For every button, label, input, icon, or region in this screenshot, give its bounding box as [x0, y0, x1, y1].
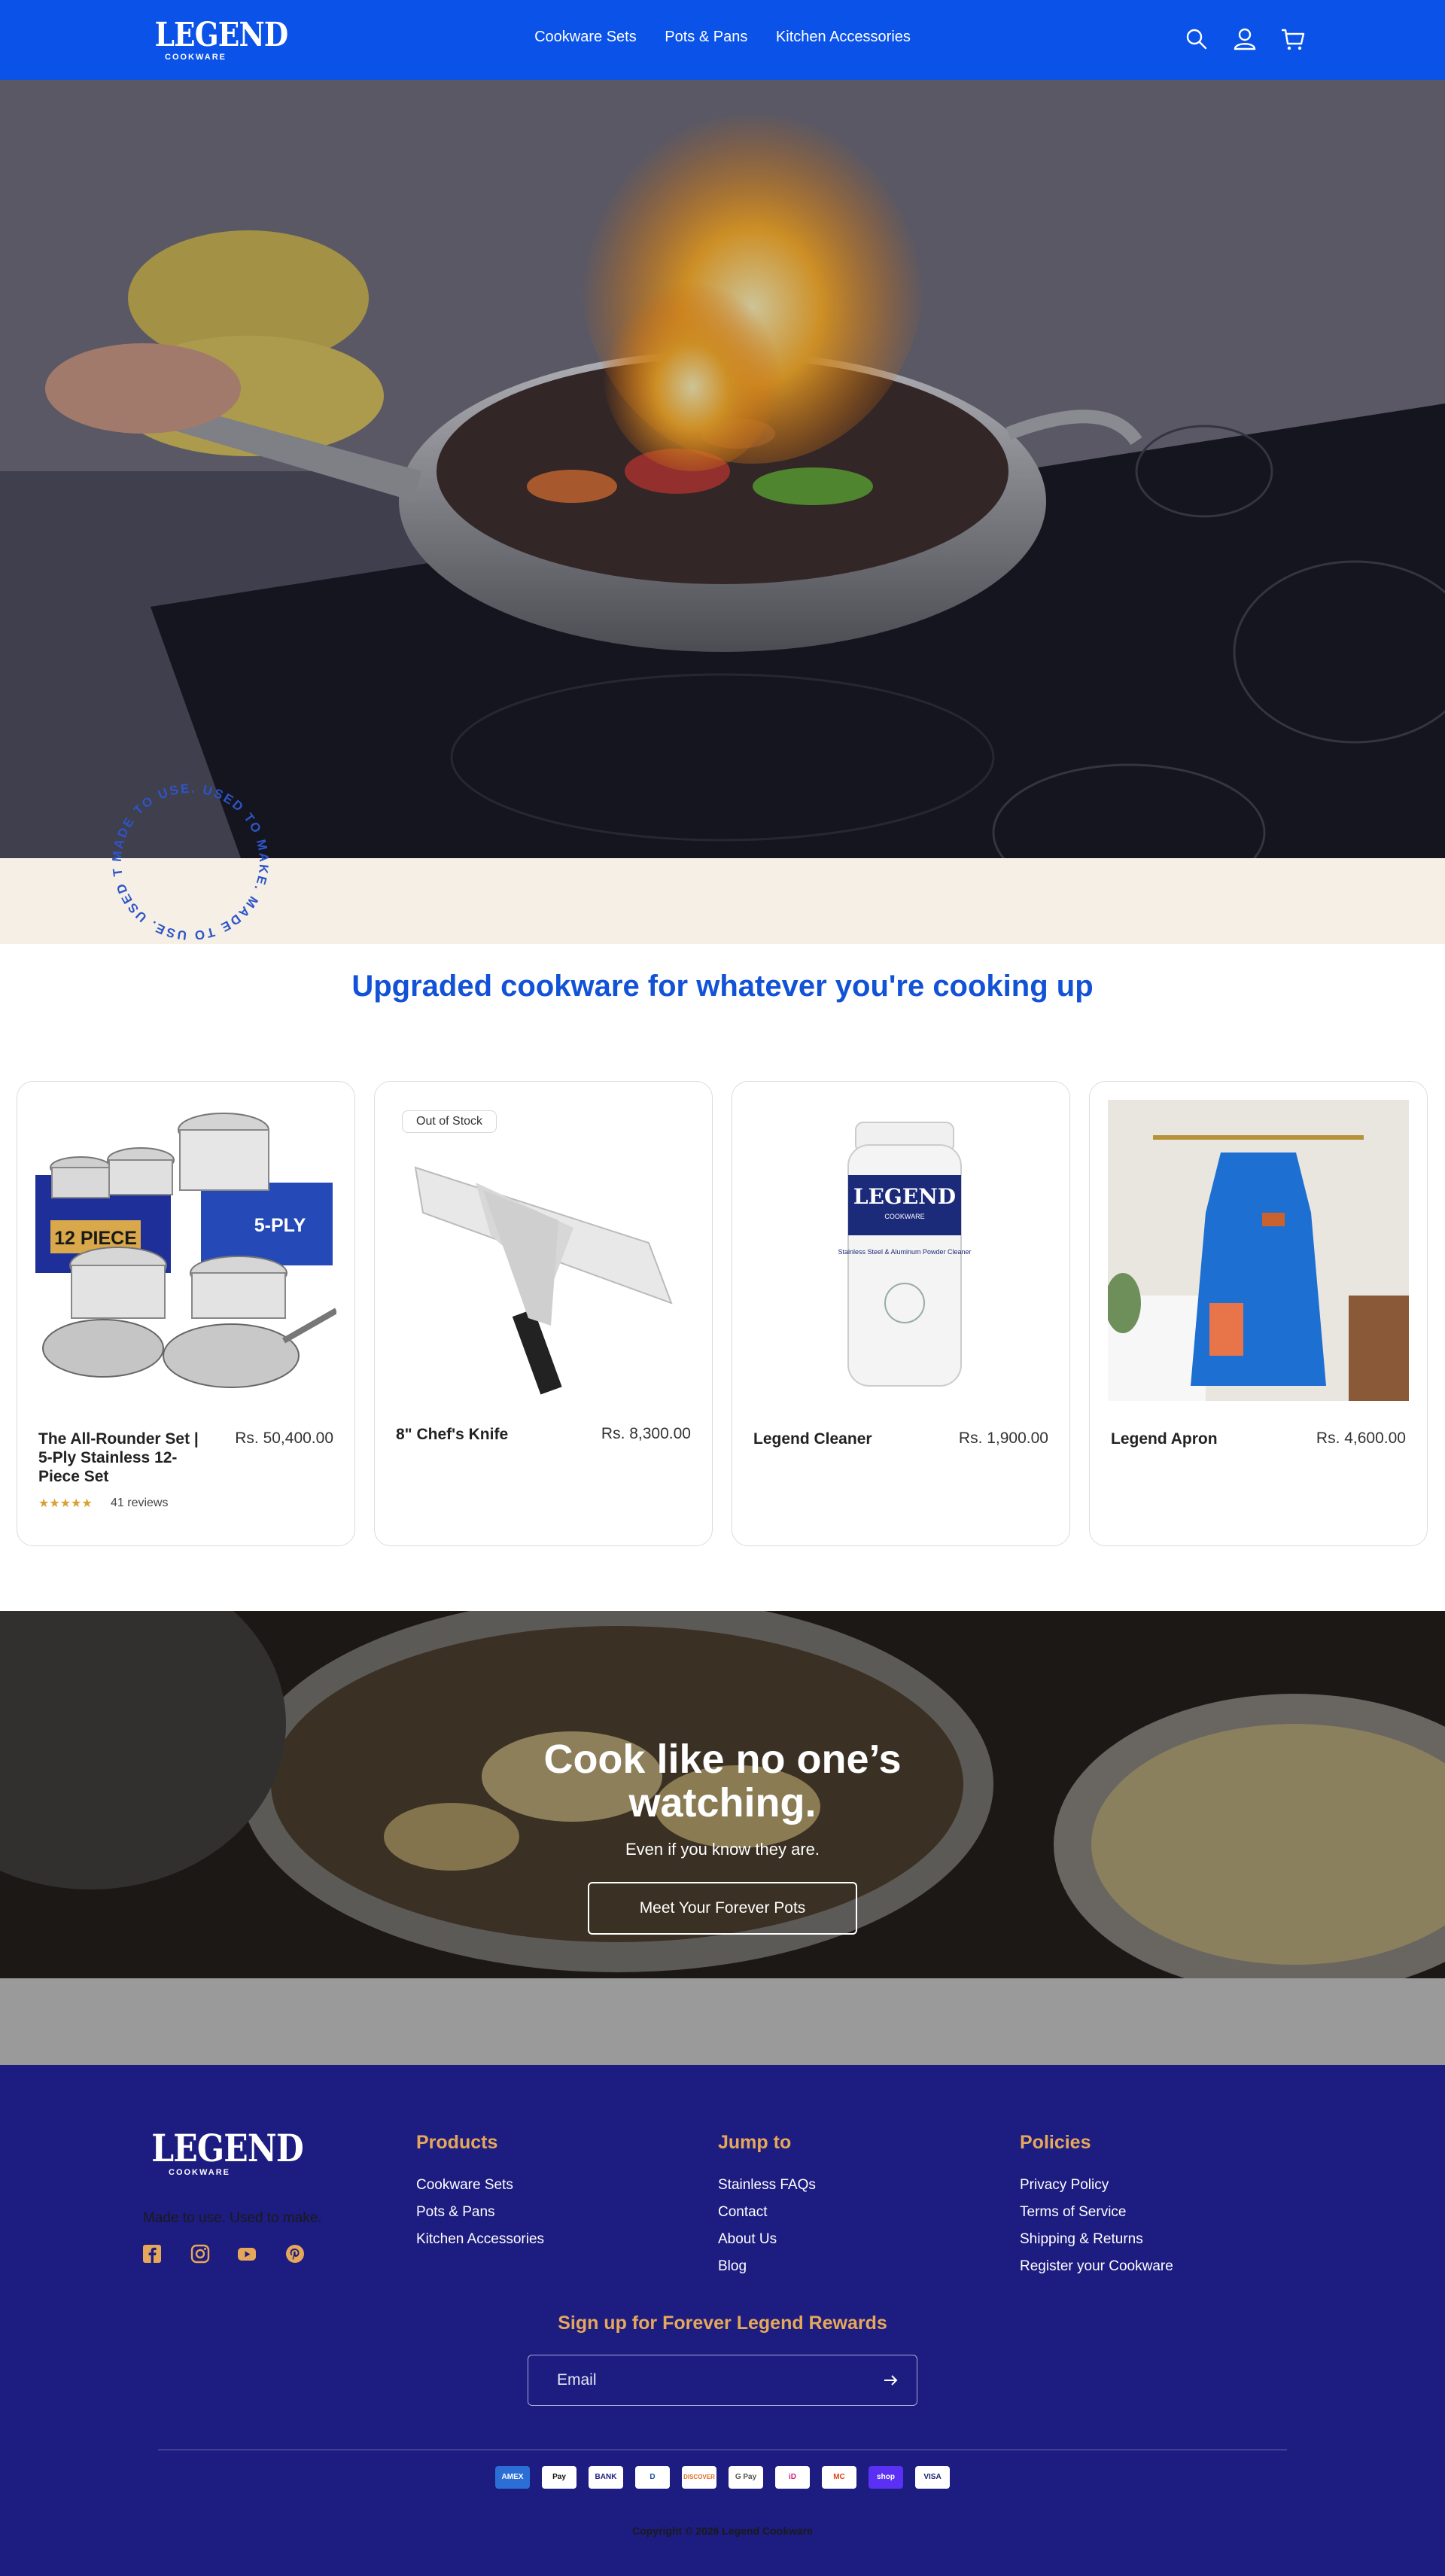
mastercard-icon: MC [822, 2466, 856, 2489]
product-card-all-rounder-set[interactable]: 12 PIECE 5-PLY The All-Rounder Set | 5-P… [17, 1081, 355, 1546]
rating-stars: ★★★★★ [38, 1497, 93, 1510]
rewards-signup-title: Sign up for Forever Legend Rewards [558, 2313, 887, 2334]
gray-band [0, 1978, 1445, 2065]
svg-text:MADE TO USE. USED TO MAKE. MAD: MADE TO USE. USED TO MAKE. MADE TO USE. … [104, 775, 271, 942]
instagram-icon[interactable] [190, 2243, 211, 2264]
footer-link-privacy-policy[interactable]: Privacy Policy [1020, 2177, 1109, 2194]
footer-link-kitchen-accessories[interactable]: Kitchen Accessories [416, 2231, 544, 2248]
review-count[interactable]: 41 reviews [111, 1497, 168, 1510]
product-card-legend-apron[interactable]: Legend Apron Rs. 4,600.00 [1089, 1081, 1428, 1546]
nav-item-cookware-sets[interactable]: Cookware Sets [534, 29, 637, 45]
bank-icon: BANK [589, 2466, 623, 2489]
main-nav: Cookware Sets Pots & Pans Kitchen Access… [0, 29, 1445, 46]
apple-pay-icon: Pay [542, 2466, 576, 2489]
footer-link-pots-pans[interactable]: Pots & Pans [416, 2204, 495, 2221]
product-name[interactable]: Legend Apron [1111, 1430, 1218, 1448]
box-label-12-piece: 12 PIECE [54, 1228, 137, 1249]
copyright: Copyright © 2026 Legend Cookware [632, 2525, 813, 2537]
hero-image [0, 80, 1445, 858]
footer-link-stainless-faqs[interactable]: Stainless FAQs [718, 2177, 816, 2194]
visa-icon: VISA [915, 2466, 950, 2489]
email-field[interactable]: Email [528, 2355, 917, 2406]
account-icon[interactable] [1231, 26, 1258, 53]
out-of-stock-badge: Out of Stock [402, 1110, 497, 1133]
cart-icon[interactable] [1279, 26, 1307, 53]
footer-link-about-us[interactable]: About Us [718, 2231, 777, 2248]
discover-icon: DISCOVER [682, 2466, 716, 2489]
banner-subtitle: Even if you know they are. [625, 1840, 820, 1859]
product-price: Rs. 1,900.00 [958, 1430, 1048, 1447]
product-image-apron[interactable] [1108, 1100, 1409, 1401]
banner-title-line-2: watching. [628, 1780, 817, 1825]
product-card-legend-cleaner[interactable]: LEGEND COOKWARE Stainless Steel & Alumin… [732, 1081, 1070, 1546]
facebook-icon[interactable] [141, 2243, 163, 2264]
product-card-chefs-knife[interactable]: Out of Stock 8" Chef's Knife Rs. 8,300.0… [374, 1081, 713, 1546]
footer-logo-wordmark: LEGEND [151, 2126, 303, 2170]
made-to-use-stamp: MADE TO USE. USED TO MAKE. MADE TO USE. … [104, 775, 271, 942]
cleaner-brand-sub: COOKWARE [884, 1213, 924, 1220]
cleaner-brand-label: LEGEND [853, 1184, 956, 1209]
footer-heading-products: Products [416, 2132, 498, 2153]
footer-logo[interactable]: LEGEND COOKWARE [143, 2126, 303, 2178]
pinterest-icon[interactable] [284, 2243, 306, 2264]
footer-link-contact[interactable]: Contact [718, 2204, 767, 2221]
stamp-text: MADE TO USE. USED TO MAKE. MADE TO USE. … [104, 775, 269, 942]
product-price: Rs. 50,400.00 [235, 1430, 333, 1447]
footer-link-terms-of-service[interactable]: Terms of Service [1020, 2204, 1126, 2221]
email-placeholder: Email [557, 2371, 597, 2389]
diners-club-icon: D [635, 2466, 670, 2489]
amex-icon: AMEX [495, 2466, 530, 2489]
footer-link-blog[interactable]: Blog [718, 2258, 747, 2275]
ideal-icon: iD [775, 2466, 810, 2489]
shop-pay-icon: shop [869, 2466, 903, 2489]
product-price: Rs. 8,300.00 [601, 1425, 691, 1442]
product-image-cleaner[interactable]: LEGEND COOKWARE Stainless Steel & Alumin… [750, 1100, 1051, 1401]
meet-forever-pots-button[interactable]: Meet Your Forever Pots [588, 1882, 857, 1935]
footer-link-register-cookware[interactable]: Register your Cookware [1020, 2258, 1173, 2275]
google-pay-icon: G Pay [729, 2466, 763, 2489]
footer-heading-policies: Policies [1020, 2132, 1091, 2153]
footer-tagline: Made to use. Used to make. [143, 2210, 322, 2226]
footer-link-cookware-sets[interactable]: Cookware Sets [416, 2177, 513, 2194]
search-icon[interactable] [1183, 26, 1210, 53]
arrow-right-icon[interactable] [881, 2370, 900, 2390]
footer-heading-jump-to: Jump to [718, 2132, 792, 2153]
box-label-5-ply: 5-PLY [254, 1215, 306, 1236]
youtube-icon[interactable] [236, 2243, 257, 2264]
hero-flambe-illustration [0, 80, 1445, 858]
site-header: LEGEND COOKWARE Cookware Sets Pots & Pan… [0, 0, 1445, 80]
nav-item-pots-pans[interactable]: Pots & Pans [665, 29, 747, 45]
product-price: Rs. 4,600.00 [1316, 1430, 1406, 1447]
product-name[interactable]: Legend Cleaner [753, 1430, 872, 1448]
product-image-chefs-knife[interactable] [393, 1100, 694, 1401]
nav-item-kitchen-accessories[interactable]: Kitchen Accessories [776, 29, 911, 45]
banner-title: Cook like no one’s watching. [0, 1737, 1445, 1825]
section-title: Upgraded cookware for whatever you're co… [351, 970, 1094, 1003]
footer-link-shipping-returns[interactable]: Shipping & Returns [1020, 2231, 1143, 2248]
product-name[interactable]: The All-Rounder Set | 5-Ply Stainless 12… [38, 1430, 211, 1486]
cleaner-product-label: Stainless Steel & Aluminum Powder Cleane… [838, 1248, 971, 1256]
product-name[interactable]: 8" Chef's Knife [396, 1425, 508, 1444]
banner-title-line-1: Cook like no one’s [543, 1737, 902, 1782]
product-image-cookware-set[interactable]: 12 PIECE 5-PLY [35, 1100, 336, 1401]
